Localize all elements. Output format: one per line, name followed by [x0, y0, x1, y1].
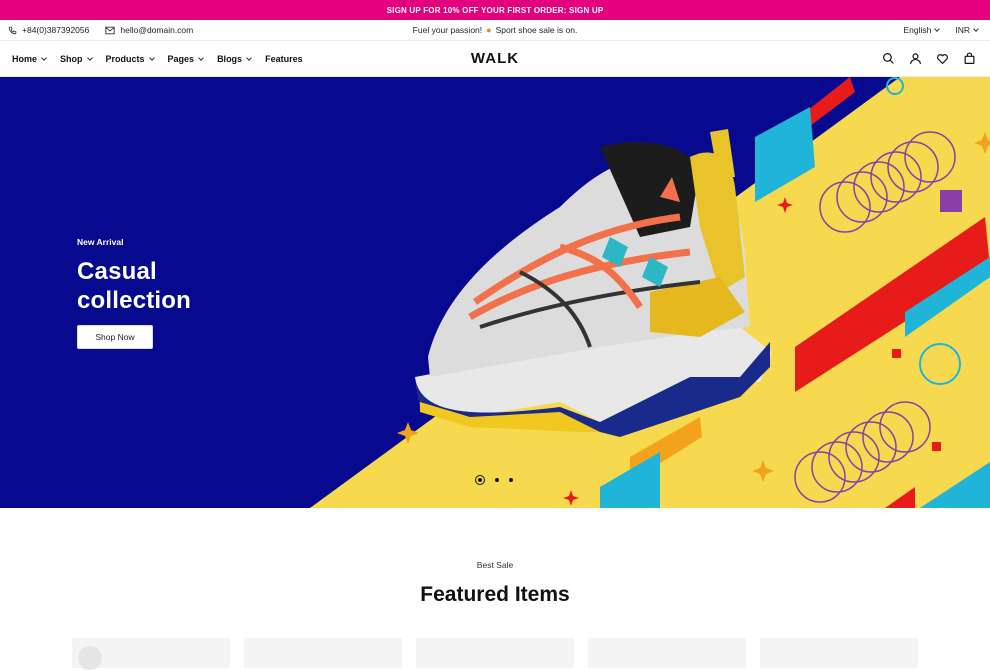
nav-item-label: Pages: [167, 53, 195, 64]
user-icon[interactable]: [909, 52, 922, 65]
slide-dot-1[interactable]: [475, 475, 485, 485]
tagline: Fuel your passion! ● Sport shoe sale is …: [413, 25, 578, 35]
nav-item-home[interactable]: Home: [12, 53, 47, 64]
fire-icon: ●: [486, 25, 492, 35]
phone-number: +84(0)387392056: [22, 25, 90, 35]
slide-dot-3[interactable]: [509, 478, 513, 482]
product-card[interactable]: [588, 638, 746, 668]
slider-pagination: [475, 475, 513, 485]
chevron-down-icon: [86, 54, 93, 61]
currency-value: INR: [955, 25, 970, 35]
mail-icon: [105, 26, 115, 34]
search-icon[interactable]: [882, 52, 895, 65]
hero-title: Casual collection: [77, 257, 191, 315]
chevron-down-icon: [973, 26, 979, 32]
nav-item-pages[interactable]: Pages: [168, 54, 204, 64]
main-nav: Home Shop Products Pages Blogs Features …: [0, 41, 990, 77]
nav-item-label: Features: [265, 53, 303, 64]
hero-eyebrow: New Arrival: [77, 237, 124, 247]
nav-item-label: Home: [12, 53, 38, 64]
hero-text: New Arrival Casual collection Shop Now: [77, 237, 191, 349]
featured-title: Featured Items: [420, 583, 570, 606]
site-logo[interactable]: WALK: [471, 50, 519, 67]
featured-subtitle: Best Sale: [476, 560, 514, 570]
chevron-down-icon: [934, 26, 941, 32]
nav-item-label: Shop: [60, 53, 83, 64]
product-card[interactable]: [760, 638, 918, 668]
chevron-down-icon: [41, 54, 47, 61]
shop-now-button[interactable]: Shop Now: [77, 325, 153, 349]
product-card[interactable]: [416, 638, 574, 668]
promo-banner[interactable]: SIGN UP FOR 10% OFF YOUR FIRST ORDER: SI…: [0, 0, 990, 20]
cart-icon[interactable]: [963, 52, 976, 65]
nav-item-features[interactable]: Features: [265, 54, 303, 64]
nav-item-label: Blogs: [217, 53, 243, 64]
nav-item-shop[interactable]: Shop: [60, 53, 93, 64]
heart-icon[interactable]: [936, 52, 949, 65]
chevron-down-icon: [148, 54, 155, 61]
promo-text[interactable]: SIGN UP FOR 10% OFF YOUR FIRST ORDER: SI…: [387, 6, 604, 15]
nav-item-label: Products: [105, 53, 145, 64]
slide-dot-2[interactable]: [495, 478, 499, 482]
email-contact[interactable]: hello@domain.com: [105, 25, 193, 35]
top-bar: +84(0)387392056 hello@domain.com Fuel yo…: [0, 20, 990, 41]
hero-title-line1: Casual: [77, 258, 157, 285]
currency-selector[interactable]: INR: [955, 25, 979, 35]
product-card-row: [72, 638, 918, 670]
language-value: English: [903, 25, 932, 35]
hero-title-line2: collection: [77, 287, 192, 314]
email-address: hello@domain.com: [120, 25, 194, 35]
featured-section: Best Sale Featured Items: [0, 560, 990, 607]
chevron-down-icon: [246, 54, 252, 61]
phone-contact[interactable]: +84(0)387392056: [8, 25, 89, 35]
sneaker-image: [415, 129, 772, 437]
product-card[interactable]: [244, 638, 402, 668]
phone-icon: [8, 26, 17, 34]
language-selector[interactable]: English: [903, 25, 941, 35]
chevron-down-icon: [198, 54, 204, 61]
tagline-end: Sport shoe sale is on.: [495, 25, 578, 35]
sale-badge: [78, 646, 102, 670]
hero-banner: New Arrival Casual collection Shop Now: [0, 77, 990, 508]
product-card[interactable]: [72, 638, 230, 670]
nav-item-blogs[interactable]: Blogs: [217, 53, 252, 64]
nav-item-products[interactable]: Products: [105, 53, 155, 64]
tagline-start: Fuel your passion!: [412, 25, 483, 35]
